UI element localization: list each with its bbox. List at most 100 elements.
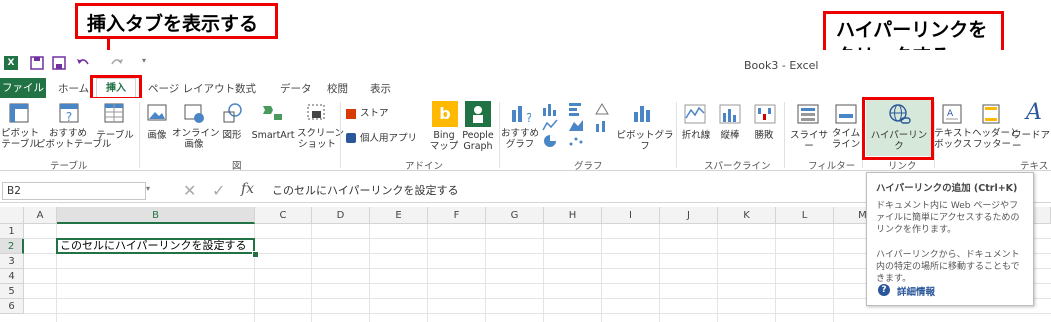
- column-chart-icon[interactable]: [542, 102, 558, 116]
- pivot-table-button[interactable]: ピボット テーブル: [0, 128, 40, 150]
- tab-formulas[interactable]: 数式: [235, 81, 256, 96]
- tab-home[interactable]: ホーム: [58, 81, 89, 96]
- row-header[interactable]: 4: [0, 269, 24, 284]
- online-picture-button[interactable]: オンライン 画像: [172, 128, 220, 150]
- gridline: [775, 224, 776, 322]
- tab-view[interactable]: 表示: [370, 81, 391, 96]
- bing-maps-icon: b: [432, 101, 458, 127]
- name-box[interactable]: B2: [2, 182, 146, 200]
- gridline: [24, 313, 1051, 314]
- pie-chart-icon[interactable]: [542, 134, 558, 148]
- pivot-chart-button[interactable]: ピボットグラフ: [616, 130, 674, 152]
- my-apps-icon: [346, 133, 356, 143]
- undo-icon[interactable]: [76, 56, 90, 70]
- online-picture-icon: [184, 104, 204, 123]
- column-header[interactable]: A: [24, 207, 57, 224]
- cancel-icon[interactable]: ✕: [183, 181, 196, 200]
- timeline-button[interactable]: タイム ライン: [830, 128, 862, 150]
- group-sparklines-label: スパークライン: [704, 161, 771, 172]
- recommended-charts-button[interactable]: おすすめ グラフ: [500, 128, 540, 150]
- excel-logo-icon: X: [4, 56, 18, 70]
- store-button[interactable]: ストア: [360, 108, 389, 119]
- row-header[interactable]: 1: [0, 224, 24, 239]
- textbox-button[interactable]: テキスト ボックス: [934, 128, 972, 150]
- column-header[interactable]: D: [312, 207, 370, 224]
- tab-review[interactable]: 校閲: [327, 81, 348, 96]
- slicer-button[interactable]: スライサー: [788, 130, 830, 152]
- confirm-icon[interactable]: ✓: [212, 181, 225, 200]
- column-header[interactable]: G: [486, 207, 544, 224]
- hyperlink-tooltip: ハイパーリンクの追加 (Ctrl+K) ドキュメント内に Web ページやファイ…: [866, 172, 1034, 306]
- ribbon-tabs: ファイル ホーム 挿入 ページ レイアウト 数式 データ 校閲 表示: [0, 78, 1051, 99]
- ribbon-separator: [676, 102, 677, 168]
- smartart-button[interactable]: SmartArt: [248, 130, 298, 141]
- gridline: [717, 224, 718, 322]
- formula-input[interactable]: このセルにハイパーリンクを設定する: [272, 182, 862, 200]
- timeline-icon: [835, 104, 857, 124]
- store-icon: [346, 109, 356, 119]
- tab-file[interactable]: ファイル: [0, 78, 46, 98]
- column-header[interactable]: B: [57, 207, 255, 224]
- recommended-pivot-button[interactable]: おすすめ ピボットテーブル: [36, 128, 111, 150]
- select-all-corner[interactable]: [0, 207, 24, 224]
- window-title: Book3 - Excel: [744, 59, 819, 72]
- pivot-chart-icon: [634, 106, 650, 122]
- fill-handle[interactable]: [252, 251, 259, 258]
- gridline: [369, 224, 370, 322]
- tab-data[interactable]: データ: [280, 81, 312, 96]
- my-apps-button[interactable]: 個人用アプリ: [360, 133, 430, 144]
- sparkline-column-button[interactable]: 縦棒: [716, 130, 744, 141]
- tooltip-title: ハイパーリンクの追加 (Ctrl+K): [876, 183, 1018, 194]
- group-charts-label: グラフ: [574, 161, 603, 172]
- wordart-button[interactable]: ワードアー: [1012, 130, 1051, 152]
- gridline: [485, 224, 486, 322]
- row-header[interactable]: 2: [0, 239, 24, 254]
- row-header[interactable]: 5: [0, 284, 24, 299]
- group-filters-label: フィルター: [808, 161, 856, 172]
- table-button[interactable]: テーブル: [96, 130, 134, 141]
- row-header[interactable]: 6: [0, 299, 24, 314]
- header-footer-button[interactable]: ヘッダーと フッター: [972, 128, 1020, 150]
- column-header[interactable]: L: [776, 207, 834, 224]
- svg-text:?: ?: [526, 111, 531, 124]
- save-as-icon[interactable]: [52, 56, 66, 70]
- sparkline-line-button[interactable]: 折れ線: [680, 130, 712, 141]
- screenshot-button[interactable]: スクリーン ショット: [297, 128, 344, 150]
- bar-chart-icon[interactable]: [568, 102, 584, 116]
- save-icon[interactable]: [30, 56, 44, 70]
- more-info-link[interactable]: 詳細情報: [897, 284, 935, 298]
- column-header[interactable]: H: [544, 207, 602, 224]
- column-header[interactable]: K: [718, 207, 776, 224]
- combo-chart-icon[interactable]: [594, 118, 610, 132]
- gridline: [427, 224, 428, 322]
- name-box-dropdown-icon[interactable]: ▾: [146, 184, 150, 193]
- people-graph-button[interactable]: People Graph: [460, 130, 496, 152]
- help-icon[interactable]: ?: [878, 284, 890, 296]
- customize-icon[interactable]: ▾: [142, 56, 146, 65]
- stock-chart-icon[interactable]: [594, 102, 610, 116]
- group-links-label: リンク: [888, 161, 917, 172]
- column-header[interactable]: J: [660, 207, 718, 224]
- bing-maps-button[interactable]: Bing マップ: [427, 130, 461, 152]
- scatter-chart-icon[interactable]: [568, 134, 584, 148]
- group-table-label: テーブル: [50, 161, 88, 172]
- gridline: [311, 224, 312, 322]
- screenshot-icon: [307, 104, 325, 120]
- redo-icon[interactable]: [110, 56, 124, 70]
- column-header[interactable]: I: [602, 207, 660, 224]
- row-header[interactable]: 3: [0, 254, 24, 269]
- active-cell-b2[interactable]: このセルにハイパーリンクを設定する: [56, 238, 255, 254]
- area-chart-icon[interactable]: [568, 118, 584, 132]
- line-chart-icon[interactable]: [542, 118, 558, 132]
- column-header[interactable]: F: [428, 207, 486, 224]
- highlight-insert-tab: [90, 75, 142, 100]
- column-header[interactable]: C: [255, 207, 312, 224]
- insert-function-icon[interactable]: fx: [241, 181, 254, 197]
- column-header[interactable]: E: [370, 207, 428, 224]
- sparkline-column-icon: [719, 104, 741, 124]
- picture-button[interactable]: 画像: [143, 130, 171, 141]
- sparkline-winloss-button[interactable]: 勝敗: [750, 130, 778, 141]
- shapes-button[interactable]: 図形: [218, 130, 246, 141]
- tab-page-layout[interactable]: ページ レイアウト: [148, 81, 235, 96]
- table-icon: [104, 103, 124, 123]
